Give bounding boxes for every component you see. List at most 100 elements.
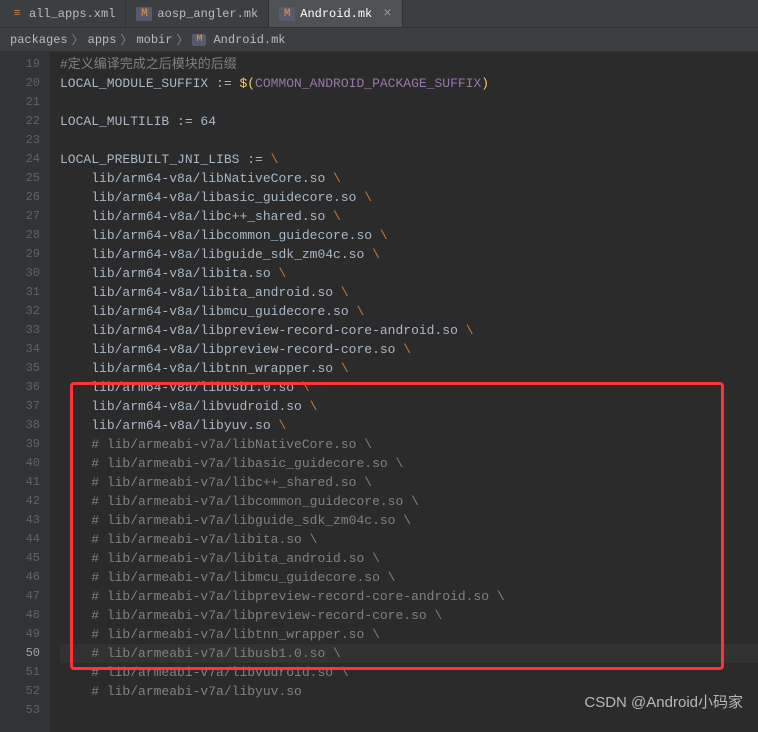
code-token: \: [466, 323, 474, 338]
code-line: lib/arm64-v8a/libguide_sdk_zm04c.so \: [60, 245, 758, 264]
code-token: lib/arm64-v8a/libita_android.so: [91, 285, 341, 300]
code-line: lib/arm64-v8a/libvudroid.so \: [60, 397, 758, 416]
line-number: 22: [0, 112, 40, 131]
code-token: lib/arm64-v8a/libyuv.so: [91, 418, 278, 433]
breadcrumb-part[interactable]: apps: [88, 33, 117, 47]
tab-2[interactable]: M Android.mk ×: [269, 0, 402, 27]
code-token: LOCAL_MULTILIB := 64: [60, 114, 216, 129]
code-token: lib/arm64-v8a/libc++_shared.so: [91, 209, 333, 224]
code-token: lib/arm64-v8a/libcommon_guidecore.so: [91, 228, 380, 243]
line-number: 42: [0, 492, 40, 511]
code-line: # lib/armeabi-v7a/libvudroid.so \: [60, 663, 758, 682]
code-token: LOCAL_PREBUILT_JNI_LIBS :=: [60, 152, 271, 167]
code-token: \: [341, 361, 349, 376]
line-number: 50: [0, 644, 40, 663]
code-line: #定义编译完成之后模块的后缀: [60, 55, 758, 74]
code-token: # lib/armeabi-v7a/libasic_guidecore.so \: [91, 456, 403, 471]
breadcrumb-file[interactable]: Android.mk: [213, 33, 285, 47]
line-number: 44: [0, 530, 40, 549]
line-number: 30: [0, 264, 40, 283]
code-token: # lib/armeabi-v7a/libcommon_guidecore.so…: [91, 494, 419, 509]
code-line: LOCAL_MULTILIB := 64: [60, 112, 758, 131]
code-token: # lib/armeabi-v7a/libtnn_wrapper.so \: [91, 627, 380, 642]
editor: 1920212223242526272829303132333435363738…: [0, 52, 758, 732]
chevron-right-icon: 〉: [176, 31, 188, 48]
line-number: 49: [0, 625, 40, 644]
line-number: 26: [0, 188, 40, 207]
chevron-right-icon: 〉: [120, 31, 132, 48]
tab-label: Android.mk: [300, 7, 372, 21]
code-token: \: [364, 190, 372, 205]
code-line: # lib/armeabi-v7a/libmcu_guidecore.so \: [60, 568, 758, 587]
code-token: \: [341, 285, 349, 300]
breadcrumb-part[interactable]: mobir: [136, 33, 172, 47]
code-line: # lib/armeabi-v7a/libtnn_wrapper.so \: [60, 625, 758, 644]
code-token: $(: [239, 76, 255, 91]
code-token: # lib/armeabi-v7a/libusb1.0.so \: [91, 646, 341, 661]
code-token: lib/arm64-v8a/libusb1.0.so: [91, 380, 302, 395]
line-number: 20: [0, 74, 40, 93]
code-token: # lib/armeabi-v7a/libNativeCore.so \: [91, 437, 372, 452]
line-number: 28: [0, 226, 40, 245]
breadcrumb: packages〉apps〉mobir〉MAndroid.mk: [0, 28, 758, 52]
code-line: lib/arm64-v8a/libita.so \: [60, 264, 758, 283]
watermark: CSDN @Android小码家: [584, 691, 743, 712]
code-line: # lib/armeabi-v7a/libNativeCore.so \: [60, 435, 758, 454]
code-token: # lib/armeabi-v7a/libmcu_guidecore.so \: [91, 570, 395, 585]
code-token: # lib/armeabi-v7a/libc++_shared.so \: [91, 475, 372, 490]
code-token: LOCAL_MODULE_SUFFIX :=: [60, 76, 239, 91]
code-token: lib/arm64-v8a/libmcu_guidecore.so: [91, 304, 356, 319]
code-token: lib/arm64-v8a/libita.so: [91, 266, 278, 281]
code-line: # lib/armeabi-v7a/libc++_shared.so \: [60, 473, 758, 492]
code-line: lib/arm64-v8a/libusb1.0.so \: [60, 378, 758, 397]
file-icon: M: [279, 7, 295, 21]
code-token: \: [302, 380, 310, 395]
file-icon: M: [136, 7, 152, 21]
code-token: lib/arm64-v8a/libpreview-record-core-and…: [91, 323, 465, 338]
line-number: 52: [0, 682, 40, 701]
line-number: 47: [0, 587, 40, 606]
code-line: LOCAL_MODULE_SUFFIX := $(COMMON_ANDROID_…: [60, 74, 758, 93]
code-line: [60, 131, 758, 150]
code-line: # lib/armeabi-v7a/libita.so \: [60, 530, 758, 549]
code-line: # lib/armeabi-v7a/libita_android.so \: [60, 549, 758, 568]
line-number: 53: [0, 701, 40, 720]
tab-1[interactable]: Maosp_angler.mk: [126, 0, 269, 27]
code-token: # lib/armeabi-v7a/libyuv.so: [91, 684, 302, 699]
code-token: # lib/armeabi-v7a/libita_android.so \: [91, 551, 380, 566]
breadcrumb-part[interactable]: packages: [10, 33, 68, 47]
code-token: lib/arm64-v8a/libvudroid.so: [91, 399, 309, 414]
code-line: lib/arm64-v8a/libc++_shared.so \: [60, 207, 758, 226]
line-number: 45: [0, 549, 40, 568]
line-number: 25: [0, 169, 40, 188]
close-icon[interactable]: ×: [383, 6, 391, 22]
code-token: lib/arm64-v8a/libNativeCore.so: [91, 171, 333, 186]
line-number: 32: [0, 302, 40, 321]
code-token: ): [481, 76, 489, 91]
line-number: 48: [0, 606, 40, 625]
code-line: lib/arm64-v8a/libNativeCore.so \: [60, 169, 758, 188]
code-token: # lib/armeabi-v7a/libvudroid.so \: [91, 665, 348, 680]
tab-0[interactable]: ≡all_apps.xml: [0, 0, 126, 27]
line-number: 36: [0, 378, 40, 397]
code-token: \: [356, 304, 364, 319]
code-line: lib/arm64-v8a/libasic_guidecore.so \: [60, 188, 758, 207]
code-token: # lib/armeabi-v7a/libita.so \: [91, 532, 317, 547]
code-line: lib/arm64-v8a/libmcu_guidecore.so \: [60, 302, 758, 321]
code-line: [60, 93, 758, 112]
code-line: lib/arm64-v8a/libita_android.so \: [60, 283, 758, 302]
line-number: 31: [0, 283, 40, 302]
line-number: 43: [0, 511, 40, 530]
code-token: lib/arm64-v8a/libasic_guidecore.so: [91, 190, 364, 205]
code-token: \: [278, 266, 286, 281]
line-number: 41: [0, 473, 40, 492]
code-line: lib/arm64-v8a/libpreview-record-core-and…: [60, 321, 758, 340]
code-token: lib/arm64-v8a/libguide_sdk_zm04c.so: [91, 247, 372, 262]
line-number: 23: [0, 131, 40, 150]
code-area[interactable]: #定义编译完成之后模块的后缀LOCAL_MODULE_SUFFIX := $(C…: [50, 52, 758, 732]
line-number: 27: [0, 207, 40, 226]
code-token: \: [271, 152, 279, 167]
code-token: #定义编译完成之后模块的后缀: [60, 57, 237, 72]
line-number: 35: [0, 359, 40, 378]
line-number: 38: [0, 416, 40, 435]
